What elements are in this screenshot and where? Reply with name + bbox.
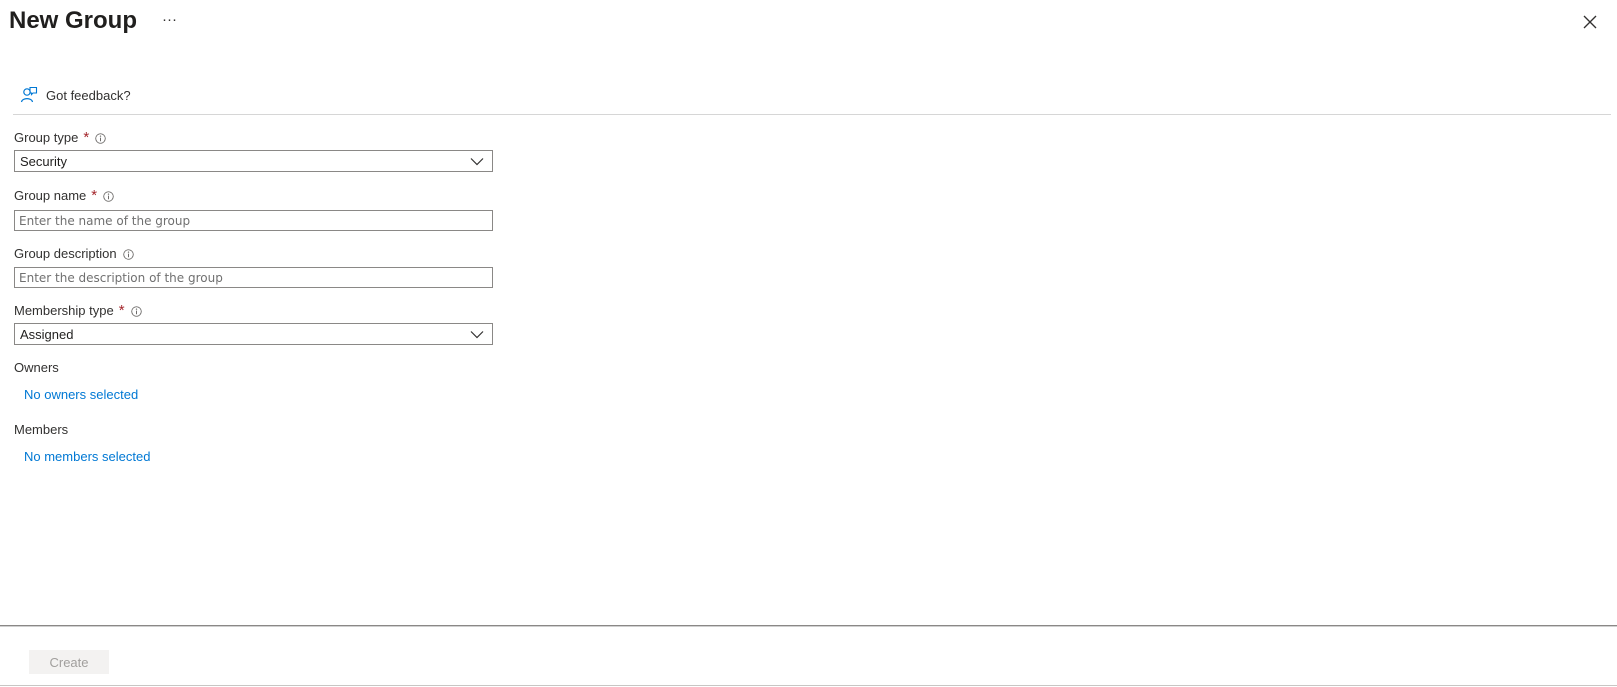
group-type-dropdown[interactable]: Security xyxy=(14,150,493,172)
membership-type-value: Assigned xyxy=(20,326,74,342)
page-title: New Group xyxy=(9,7,138,34)
required-marker: * xyxy=(91,187,98,204)
membership-type-dropdown[interactable]: Assigned xyxy=(14,323,493,345)
chevron-down-icon xyxy=(470,157,484,165)
group-name-label: Group name * xyxy=(14,188,114,204)
info-icon[interactable] xyxy=(130,305,142,317)
group-name-label-text: Group name xyxy=(14,188,87,203)
select-owners-link[interactable]: No owners selected xyxy=(24,387,138,402)
group-description-label: Group description xyxy=(14,246,134,262)
close-icon xyxy=(1583,15,1597,29)
required-marker: * xyxy=(118,302,125,319)
select-members-link[interactable]: No members selected xyxy=(24,449,150,464)
group-type-value: Security xyxy=(20,153,67,169)
required-marker: * xyxy=(83,129,90,146)
footer-divider xyxy=(0,625,1617,627)
create-button[interactable]: Create xyxy=(29,650,109,674)
group-name-input[interactable] xyxy=(14,210,493,231)
feedback-label: Got feedback? xyxy=(46,87,131,103)
close-button[interactable] xyxy=(1580,12,1600,32)
group-type-label-text: Group type xyxy=(14,130,79,145)
feedback-person-icon xyxy=(20,86,38,103)
info-icon[interactable] xyxy=(95,132,106,144)
group-description-input[interactable] xyxy=(14,267,493,288)
info-icon[interactable] xyxy=(122,248,134,260)
chevron-down-icon xyxy=(470,330,484,338)
members-label: Members xyxy=(14,422,69,437)
group-type-label: Group type * xyxy=(14,130,106,146)
membership-type-label: Membership type * xyxy=(14,303,142,319)
group-description-label-text: Group description xyxy=(14,246,117,261)
info-icon[interactable] xyxy=(103,190,114,202)
membership-type-label-text: Membership type xyxy=(14,303,114,318)
more-options-button[interactable]: ··· xyxy=(158,10,181,30)
owners-label: Owners xyxy=(14,360,59,375)
bottom-edge-line xyxy=(0,685,1617,686)
header-divider xyxy=(13,114,1611,115)
new-group-blade: New Group ··· Got feedback? Group type *… xyxy=(0,0,1617,687)
feedback-link[interactable]: Got feedback? xyxy=(20,86,131,104)
